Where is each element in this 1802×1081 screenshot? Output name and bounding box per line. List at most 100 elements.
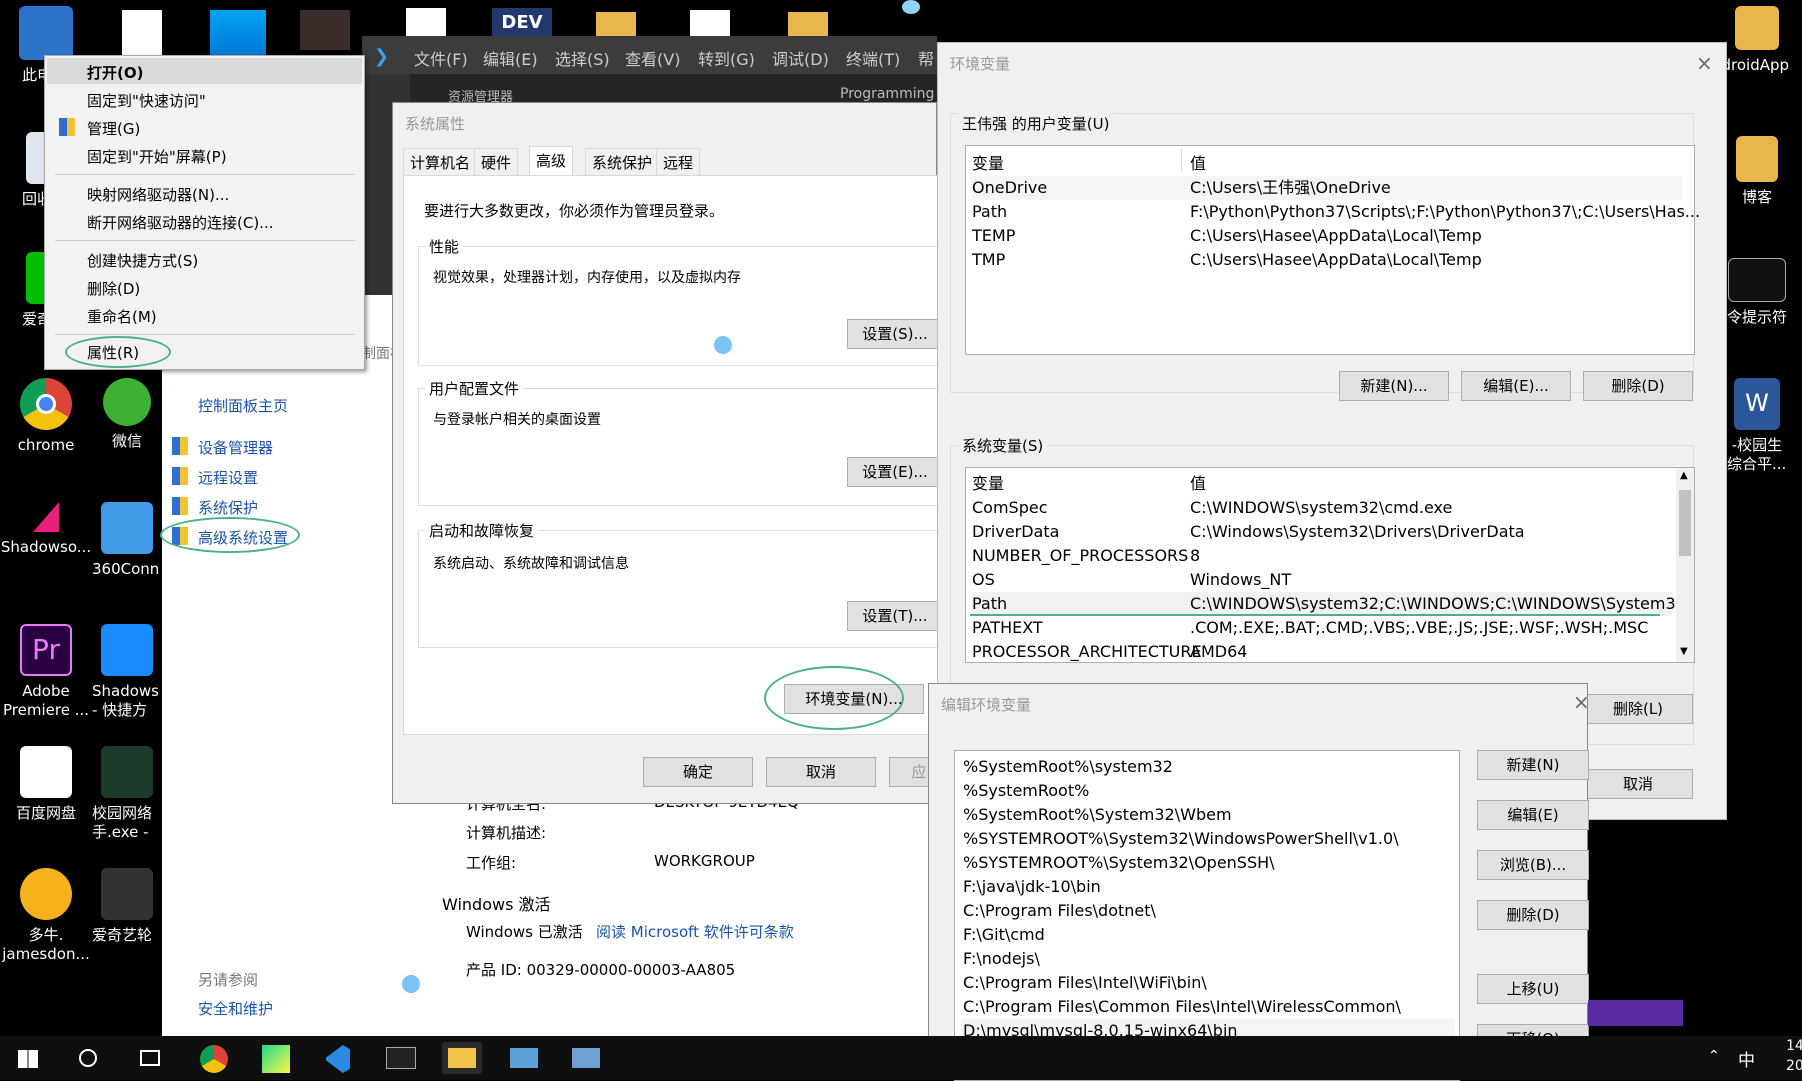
desktop-icon-360conn[interactable]: 360Conn [92, 502, 162, 579]
startup-recovery-settings-button[interactable]: 设置(T)... [847, 601, 943, 631]
terminal-icon[interactable] [380, 1042, 420, 1074]
user-new-button[interactable]: 新建(N)... [1339, 371, 1449, 401]
scroll-down-icon[interactable]: ▼ [1680, 646, 1688, 657]
performance-settings-button[interactable]: 设置(S)... [847, 319, 943, 349]
task-view-icon[interactable] [130, 1042, 170, 1074]
list-item[interactable]: %SystemRoot% [963, 779, 1089, 803]
close-icon[interactable]: × [1573, 690, 1590, 714]
table-row[interactable]: OneDrive C:\Users\王伟强\OneDrive [972, 176, 1682, 200]
desktop-thumbnail-icon[interactable] [300, 10, 350, 50]
desktop-icon-baidu-netdisk[interactable]: 百度网盘 [0, 746, 92, 823]
tray-arrow-icon[interactable]: ⌃ [1708, 1048, 1720, 1064]
list-item[interactable]: C:\Program Files\Intel\WiFi\bin\ [963, 971, 1207, 995]
tab-computer-name[interactable]: 计算机名 [403, 148, 478, 176]
desktop-icon-wechat[interactable]: 微信 [92, 378, 162, 451]
list-item[interactable]: C:\Program Files\Common Files\Intel\Wire… [963, 995, 1401, 1019]
menu-item-delete[interactable]: 删除(D) [87, 278, 140, 299]
menu-item-manage[interactable]: 管理(G) [87, 118, 140, 139]
browse-button[interactable]: 浏览(B)... [1477, 850, 1589, 880]
vscode-menu-debug[interactable]: 调试(D) [772, 46, 829, 70]
windows-start-icon[interactable] [10, 1042, 50, 1074]
path-entries-list[interactable]: %SystemRoot%\system32 %SystemRoot% %Syst… [954, 750, 1460, 1081]
column-value[interactable]: 值 [1190, 472, 1206, 496]
programming-tab[interactable]: Programming [840, 86, 934, 102]
desktop-file-icon[interactable] [406, 8, 446, 38]
delete-entry-button[interactable]: 删除(D) [1477, 900, 1589, 930]
edit-entry-button[interactable]: 编辑(E) [1477, 800, 1589, 830]
table-row[interactable]: OS Windows_NT [972, 568, 1672, 592]
desktop-icon-iqiyi-wheel[interactable]: 爱奇艺轮 [92, 868, 162, 945]
vscode-menu-help[interactable]: 帮 [918, 46, 934, 70]
vscode-taskbar-icon[interactable] [318, 1042, 358, 1074]
list-item[interactable]: %SystemRoot%\system32 [963, 755, 1173, 779]
ime-indicator[interactable]: 中 [1738, 1046, 1755, 1071]
column-value[interactable]: 值 [1190, 152, 1206, 176]
pycharm-icon[interactable] [256, 1042, 296, 1074]
table-row[interactable]: ComSpec C:\WINDOWS\system32\cmd.exe [972, 496, 1672, 520]
windows-logo-icon[interactable] [210, 10, 266, 56]
list-item[interactable]: F:\Git\cmd [963, 923, 1045, 947]
control-panel-icon[interactable] [504, 1042, 544, 1074]
vscode-menu-goto[interactable]: 转到(G) [698, 46, 755, 70]
user-variables-list[interactable]: 变量 值 OneDrive C:\Users\王伟强\OneDrive Path F… [965, 145, 1700, 355]
license-terms-link[interactable]: 阅读 Microsoft 软件许可条款 [596, 921, 794, 942]
tab-system-protection[interactable]: 系统保护 [585, 148, 660, 176]
desktop-icon-shadowsocks[interactable]: Shadowso... [0, 502, 92, 557]
column-variable[interactable]: 变量 [972, 152, 1004, 176]
vscode-menu-select[interactable]: 选择(S) [555, 46, 610, 70]
menu-item-disconnect-drive[interactable]: 断开网络驱动器的连接(C)... [87, 212, 273, 233]
tab-remote[interactable]: 远程 [656, 148, 701, 176]
move-up-button[interactable]: 上移(U) [1477, 974, 1589, 1004]
clock-date[interactable]: 2019 [1786, 1058, 1802, 1074]
menu-item-create-shortcut[interactable]: 创建快捷方式(S) [87, 250, 198, 271]
desktop-file-icon[interactable] [122, 10, 162, 56]
clock-time[interactable]: 14 [1786, 1038, 1802, 1054]
menu-item-rename[interactable]: 重命名(M) [87, 306, 157, 327]
vscode-menu-view[interactable]: 查看(V) [625, 46, 680, 70]
table-row[interactable]: PATHEXT .COM;.EXE;.BAT;.CMD;.VBS;.VBE;.JS… [972, 616, 1672, 640]
system-delete-button[interactable]: 删除(L) [1583, 694, 1693, 724]
search-icon[interactable] [68, 1042, 108, 1074]
list-item[interactable]: %SYSTEMROOT%\System32\OpenSSH\ [963, 851, 1275, 875]
table-row[interactable]: PROCESSOR_ARCHITECTURE AMD64 [972, 640, 1672, 662]
env-cancel-button[interactable]: 取消 [1583, 769, 1693, 799]
menu-item-pin-start[interactable]: 固定到"开始"屏幕(P) [87, 146, 227, 167]
dev-icon[interactable]: DEV [492, 8, 552, 38]
desktop-icon-chrome[interactable]: chrome [0, 378, 92, 455]
scroll-up-icon[interactable]: ▲ [1680, 470, 1688, 481]
close-icon[interactable]: × [1696, 51, 1713, 75]
table-row[interactable]: DriverData C:\Windows\System32\Drivers\Dr… [972, 520, 1672, 544]
scroll-thumb[interactable] [1679, 490, 1691, 556]
list-item[interactable]: C:\Program Files\dotnet\ [963, 899, 1156, 923]
file-explorer-icon[interactable] [442, 1042, 482, 1074]
ok-button[interactable]: 确定 [643, 757, 753, 787]
cancel-button[interactable]: 取消 [766, 757, 876, 787]
scrollbar[interactable]: ▲ ▼ [1676, 468, 1694, 662]
list-item[interactable]: F:\java\jdk-10\bin [963, 875, 1101, 899]
table-row-selected[interactable]: Path C:\WINDOWS\system32;C:\WINDOWS;C:\WI… [972, 592, 1694, 616]
user-delete-button[interactable]: 删除(D) [1583, 371, 1693, 401]
list-item[interactable]: F:\nodejs\ [963, 947, 1040, 971]
table-row[interactable]: Path F:\Python\Python37\Scripts\;F:\Pytho… [972, 200, 1700, 224]
list-item[interactable]: %SystemRoot%\System32\Wbem [963, 803, 1232, 827]
desktop-icon-duoniu[interactable]: 多牛. jamesdon... [0, 868, 92, 964]
system-variables-list[interactable]: 变量 值 ComSpec C:\WINDOWS\system32\cmd.exe … [965, 467, 1695, 663]
control-panel-home-link[interactable]: 控制面板主页 [198, 395, 288, 416]
user-profile-settings-button[interactable]: 设置(E)... [847, 457, 943, 487]
tab-hardware[interactable]: 硬件 [474, 148, 519, 176]
table-row[interactable]: TMP C:\Users\Hasee\AppData\Local\Temp [972, 248, 1682, 272]
table-row[interactable]: TEMP C:\Users\Hasee\AppData\Local\Temp [972, 224, 1682, 248]
vscode-menu-terminal[interactable]: 终端(T) [846, 46, 900, 70]
menu-item-open[interactable]: 打开(O) [87, 62, 143, 83]
vscode-menu-file[interactable]: 文件(F) [414, 46, 468, 70]
new-entry-button[interactable]: 新建(N) [1477, 750, 1589, 780]
system-icon[interactable] [566, 1042, 606, 1074]
user-edit-button[interactable]: 编辑(E)... [1461, 371, 1571, 401]
desktop-icon-shadowsocks-shortcut[interactable]: Shadows - 快捷方 [92, 624, 162, 720]
table-row[interactable]: NUMBER_OF_PROCESSORS 8 [972, 544, 1672, 568]
desktop-icon-campus-net[interactable]: 校园网络 手.exe - [92, 746, 162, 842]
security-maintenance-link[interactable]: 安全和维护 [198, 998, 273, 1019]
notification-widget[interactable] [1588, 1000, 1683, 1026]
list-item[interactable]: %SYSTEMROOT%\System32\WindowsPowerShell\… [963, 827, 1399, 851]
menu-item-map-drive[interactable]: 映射网络驱动器(N)... [87, 184, 229, 205]
